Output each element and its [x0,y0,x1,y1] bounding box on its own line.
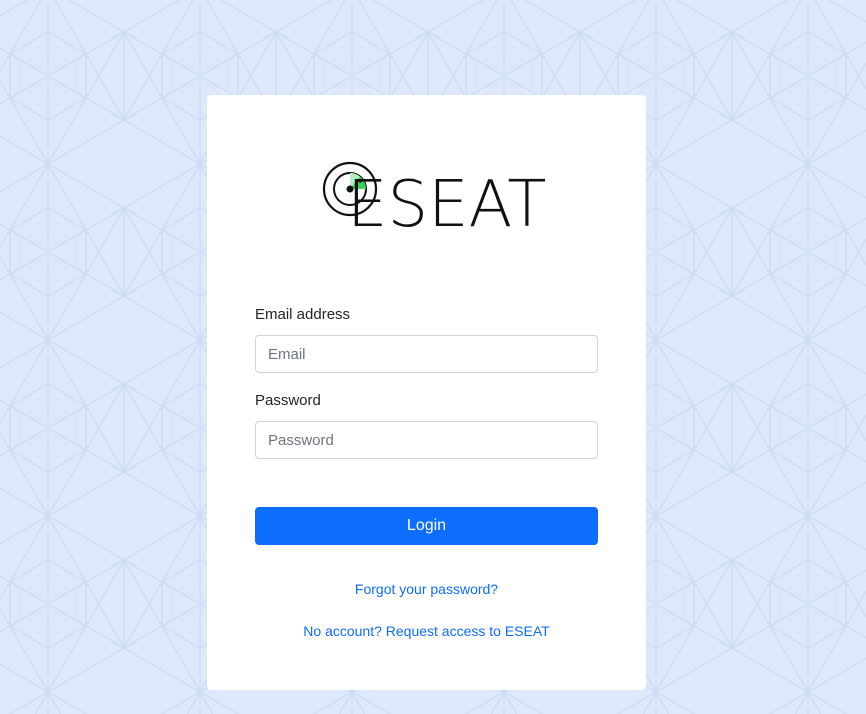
request-access-link[interactable]: No account? Request access to ESEAT [303,623,549,639]
forgot-password-link[interactable]: Forgot your password? [355,581,498,597]
request-access-link-row: No account? Request access to ESEAT [207,623,646,639]
login-card: ESEAT Email address Password Login Forgo… [207,95,646,690]
login-button[interactable]: Login [255,507,598,545]
password-input[interactable] [255,421,598,459]
eseat-logo: ESEAT [322,161,546,247]
forgot-password-link-row: Forgot your password? [207,581,646,597]
email-input[interactable] [255,335,598,373]
password-label: Password [255,392,321,409]
logo-wordmark: ESEAT [347,168,547,242]
email-label: Email address [255,306,351,323]
